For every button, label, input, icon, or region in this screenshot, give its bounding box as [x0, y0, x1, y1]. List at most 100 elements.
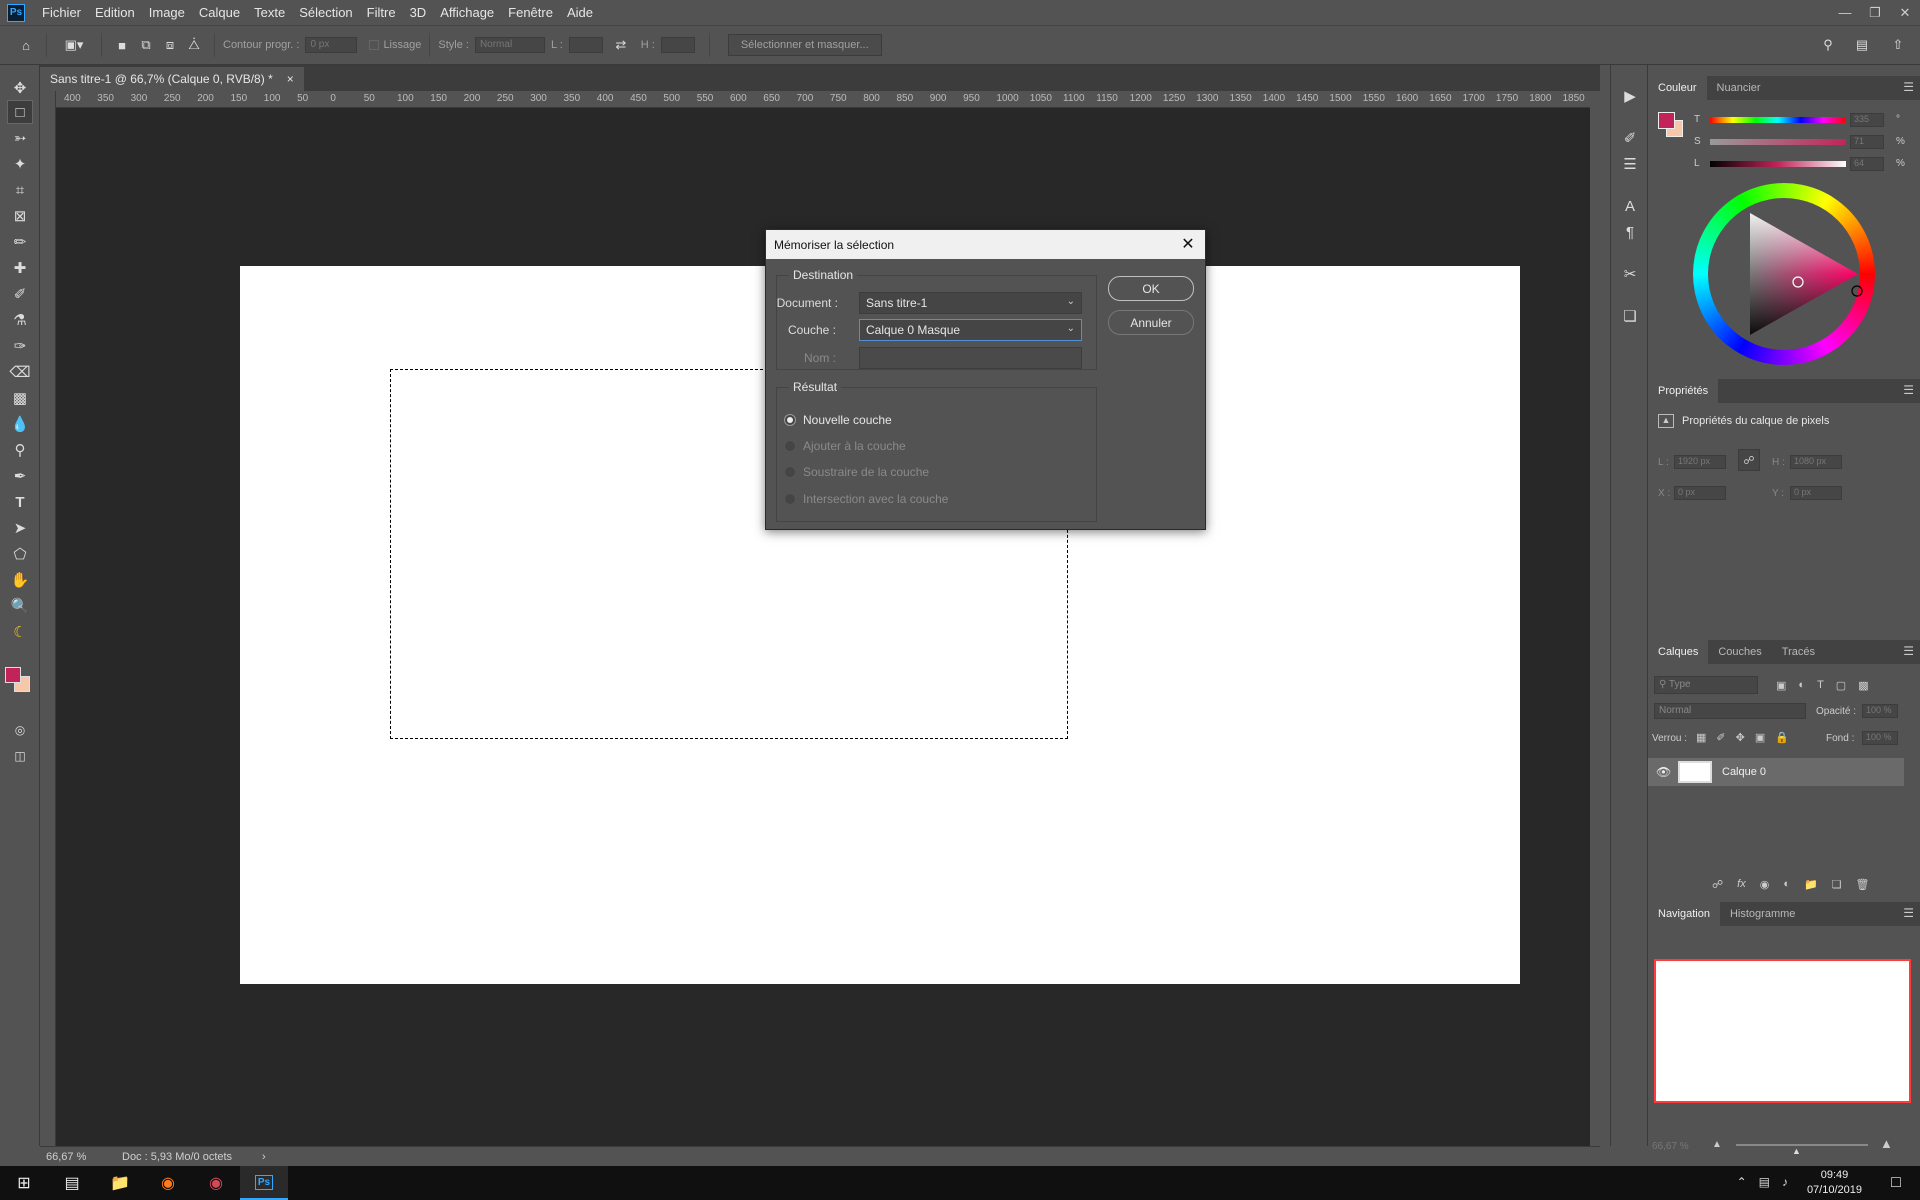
navigator-zoom-slider[interactable] — [1736, 1144, 1868, 1146]
swap-icon[interactable]: ⇄ — [613, 37, 629, 53]
document-select[interactable]: Sans titre-1 ⌄ — [859, 292, 1082, 314]
menu-selection[interactable]: Sélection — [292, 0, 359, 25]
volume-icon[interactable]: ♪ — [1782, 1175, 1788, 1189]
home-icon[interactable]: ⌂ — [18, 37, 34, 53]
link-icon[interactable]: ☍ — [1738, 449, 1760, 471]
select-and-mask-button[interactable]: Sélectionner et masquer... — [727, 34, 882, 56]
tab-traces[interactable]: Tracés — [1772, 640, 1825, 664]
intersect-selection-icon[interactable]: ⧊ — [186, 37, 202, 53]
menu-fenetre[interactable]: Fenêtre — [501, 0, 560, 25]
search-icon[interactable]: ⚲ — [1820, 37, 1836, 53]
width-field[interactable] — [568, 37, 603, 53]
eraser-tool-icon[interactable]: ⌫ — [8, 361, 32, 383]
blur-tool-icon[interactable]: 💧 — [8, 413, 32, 435]
eye-icon[interactable]: 👁 — [1656, 765, 1671, 779]
panel-menu-icon[interactable]: ☰ — [1903, 383, 1914, 397]
fill-field[interactable]: 100 % — [1862, 731, 1898, 745]
firefox-icon[interactable]: ◉ — [144, 1166, 192, 1200]
magic-wand-tool-icon[interactable]: ✦ — [8, 153, 32, 175]
clone-source-icon[interactable]: ❏ — [1618, 305, 1642, 327]
add-selection-icon[interactable]: ⧉ — [138, 37, 154, 53]
file-explorer-icon[interactable]: 📁 — [96, 1166, 144, 1200]
couche-select[interactable]: Calque 0 Masque ⌄ — [859, 319, 1082, 341]
hue-value[interactable]: 335 — [1850, 113, 1884, 127]
prop-y-field[interactable]: 0 px — [1790, 486, 1842, 500]
opacity-field[interactable]: 100 % — [1862, 704, 1898, 718]
menu-fichier[interactable]: Fichier — [35, 0, 88, 25]
fx-icon[interactable]: fx — [1737, 878, 1746, 891]
blend-mode-select[interactable]: Normal — [1654, 703, 1806, 719]
banana-icon[interactable]: ☾ — [8, 621, 32, 643]
shape-tool-icon[interactable]: ⬠ — [8, 543, 32, 565]
marquee-preset-icon[interactable]: ▣▾ — [59, 37, 89, 53]
gradient-tool-icon[interactable]: ▩ — [8, 387, 32, 409]
zoom-out-icon[interactable]: ▲ — [1712, 1139, 1722, 1150]
brush-settings-icon[interactable]: ✐ — [1618, 127, 1642, 149]
contour-field[interactable]: 0 px — [305, 37, 358, 53]
saturation-value[interactable]: 71 — [1850, 135, 1884, 149]
menu-calque[interactable]: Calque — [192, 0, 247, 25]
stamp-tool-icon[interactable]: ⚗ — [8, 309, 32, 331]
lock-transparency-icon[interactable]: ▦ — [1696, 731, 1706, 744]
tab-proprietes[interactable]: Propriétés — [1648, 379, 1719, 403]
windows-start-icon[interactable]: ⊞ — [0, 1166, 48, 1200]
color-triangle[interactable] — [1693, 183, 1875, 365]
history-brush-tool-icon[interactable]: ✑ — [8, 335, 32, 357]
crop-tool-icon[interactable]: ⌗ — [8, 179, 32, 201]
height-field[interactable] — [660, 37, 695, 53]
lightness-value[interactable]: 64 — [1850, 157, 1884, 171]
frame-tool-icon[interactable]: ⊠ — [8, 205, 32, 227]
new-group-icon[interactable]: 📁 — [1804, 878, 1818, 891]
cancel-button[interactable]: Annuler — [1108, 310, 1194, 335]
color-wheel[interactable] — [1693, 183, 1875, 365]
restore-icon[interactable]: ❐ — [1860, 0, 1890, 25]
zoom-in-icon[interactable]: ▲ — [1880, 1136, 1893, 1151]
close-tab-icon[interactable]: × — [287, 72, 294, 86]
photoshop-taskbar-icon[interactable]: Ps — [240, 1166, 288, 1200]
marquee-tool-icon[interactable]: □ — [7, 100, 33, 124]
filter-type-icon[interactable]: T — [1817, 679, 1824, 692]
move-tool-icon[interactable]: ✥ — [8, 77, 32, 99]
color-foreground-swatch[interactable] — [1658, 112, 1675, 129]
style-select[interactable]: Normal — [474, 37, 545, 53]
lightness-slider[interactable] — [1710, 161, 1846, 167]
character-icon[interactable]: A — [1618, 195, 1642, 217]
new-selection-icon[interactable]: ■ — [114, 37, 130, 53]
share-icon[interactable]: ⇧ — [1890, 37, 1906, 53]
tool-presets-icon[interactable]: ✂ — [1618, 263, 1642, 285]
paragraph-icon[interactable]: ¶ — [1618, 221, 1642, 243]
prop-height-field[interactable]: 1080 px — [1790, 455, 1842, 469]
menu-edition[interactable]: Edition — [88, 0, 142, 25]
lock-pixels-icon[interactable]: ✐ — [1716, 731, 1725, 744]
document-tab[interactable]: Sans titre-1 @ 66,7% (Calque 0, RVB/8) *… — [40, 67, 304, 91]
task-view-icon[interactable]: ▤ — [48, 1166, 96, 1200]
panel-menu-icon[interactable]: ☰ — [1903, 906, 1914, 920]
menu-3d[interactable]: 3D — [403, 0, 434, 25]
quick-mask-icon[interactable]: ◎ — [8, 719, 32, 741]
lock-all-icon[interactable]: 🔒 — [1775, 731, 1789, 744]
menu-affichage[interactable]: Affichage — [433, 0, 501, 25]
prop-x-field[interactable]: 0 px — [1674, 486, 1726, 500]
new-layer-icon[interactable]: ❏ — [1832, 878, 1842, 891]
adjustments-icon[interactable]: ☰ — [1618, 153, 1642, 175]
healing-tool-icon[interactable]: ✚ — [8, 257, 32, 279]
dodge-tool-icon[interactable]: ⚲ — [8, 439, 32, 461]
lissage-checkbox[interactable] — [369, 40, 380, 50]
delete-layer-icon[interactable]: 🗑 — [1856, 878, 1870, 891]
tab-couches[interactable]: Couches — [1708, 640, 1771, 664]
tab-couleur[interactable]: Couleur — [1648, 76, 1707, 100]
radio-nouvelle-couche[interactable]: Nouvelle couche — [784, 413, 892, 427]
tab-nuancier[interactable]: Nuancier — [1707, 76, 1771, 100]
panel-menu-icon[interactable]: ☰ — [1903, 644, 1914, 658]
minimize-icon[interactable]: — — [1830, 0, 1860, 25]
tab-navigation[interactable]: Navigation — [1648, 902, 1720, 926]
status-arrow-icon[interactable]: › — [262, 1151, 266, 1163]
layer-row[interactable]: 👁 Calque 0 — [1648, 758, 1904, 786]
layer-filter-search[interactable]: ⚲ Type — [1654, 676, 1758, 694]
link-layers-icon[interactable]: ☍ — [1712, 878, 1723, 891]
lock-position-icon[interactable]: ✥ — [1736, 731, 1745, 744]
type-tool-icon[interactable]: T — [8, 491, 32, 513]
tab-calques[interactable]: Calques — [1648, 640, 1709, 664]
menu-texte[interactable]: Texte — [247, 0, 292, 25]
tray-expand-icon[interactable]: ⌃ — [1737, 1175, 1747, 1189]
